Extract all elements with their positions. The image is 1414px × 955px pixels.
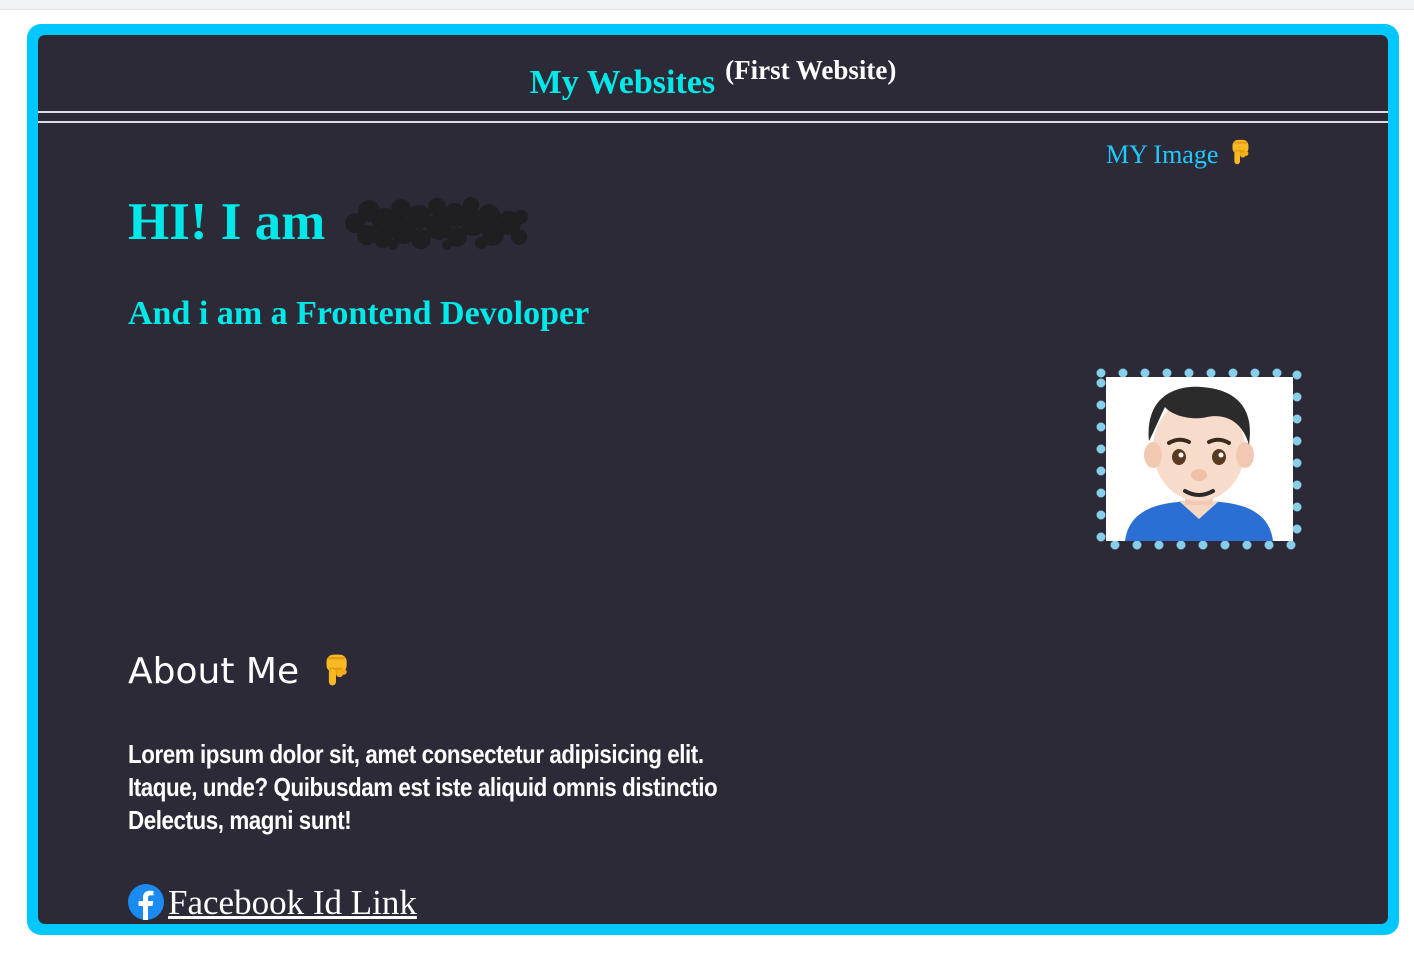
my-image-label-text: MY Image: [1106, 140, 1219, 169]
pointing-down-hand-icon: [1232, 139, 1249, 165]
facebook-link-label: Facebook Id Link: [168, 883, 417, 922]
about-me-text: Lorem ipsum dolor sit, amet consectetur …: [128, 739, 718, 835]
redacted-name-scribble: [344, 197, 528, 250]
page-frame: My Websites (First Website) MY Image HI!…: [27, 24, 1399, 935]
facebook-link[interactable]: Facebook Id Link: [128, 883, 417, 923]
about-me-heading: About Me: [128, 651, 355, 692]
profile-avatar: [1096, 368, 1302, 550]
pointing-down-hand-icon: [326, 654, 347, 686]
hero-greeting: HI! I am: [128, 192, 529, 252]
my-image-label: MY Image: [1106, 137, 1255, 170]
site-title-subtitle: (First Website): [725, 55, 897, 85]
header-divider-bottom: [38, 121, 1388, 123]
facebook-icon: [128, 884, 164, 920]
site-title-main: My Websites: [529, 64, 716, 101]
site-title: My Websites (First Website): [38, 55, 1388, 102]
site-header: My Websites (First Website): [38, 35, 1388, 111]
page-panel: My Websites (First Website) MY Image HI!…: [38, 35, 1388, 924]
browser-top-strip: [0, 0, 1414, 10]
header-divider-top: [38, 111, 1388, 113]
hero-tagline: And i am a Frontend Devoloper: [128, 295, 590, 332]
about-me-heading-text: About Me: [128, 651, 300, 692]
hero-greeting-text: HI! I am: [128, 193, 326, 251]
